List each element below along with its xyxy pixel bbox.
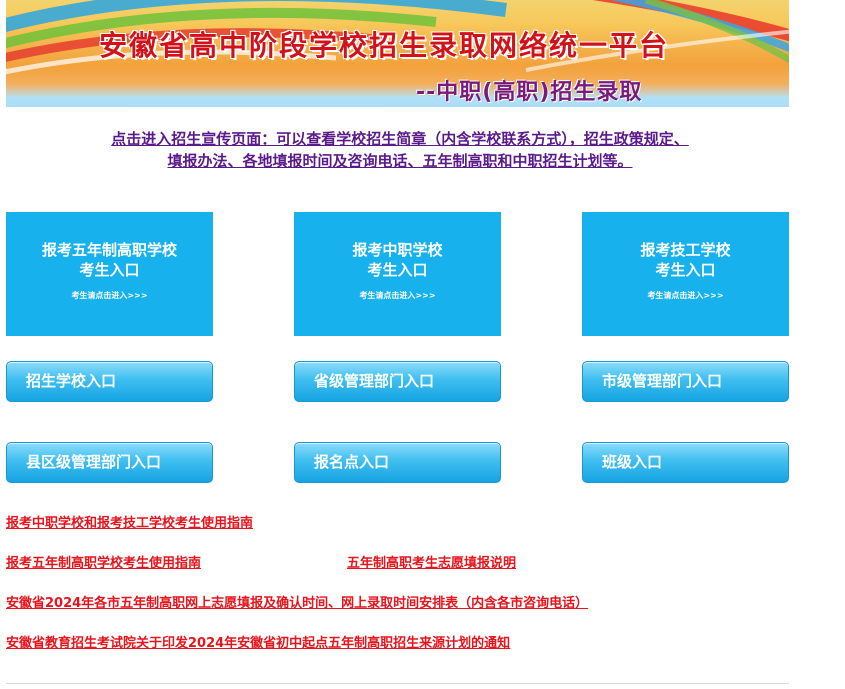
entry-subtitle: 考生入口 — [367, 261, 428, 279]
guide-secondary-technical-link[interactable]: 报考中职学校和报考技工学校考生使用指南 — [6, 512, 253, 531]
entry-hint: 考生请点击进入>>> — [647, 291, 724, 300]
recruiting-school-entry-button[interactable]: 招生学校入口 — [6, 361, 213, 402]
five-year-application-instructions-link[interactable]: 五年制高职考生志愿填报说明 — [347, 552, 516, 571]
schedule-2024-link[interactable]: 安徽省2024年各市五年制高职网上志愿填报及确认时间、网上录取时间安排表（内含各… — [6, 592, 588, 611]
entry-title: 报考五年制高职学校 — [41, 241, 177, 259]
entry-five-year-vocational[interactable]: 报考五年制高职学校 考生入口 考生请点击进入>>> — [6, 212, 213, 336]
city-admin-entry-button[interactable]: 市级管理部门入口 — [582, 361, 789, 402]
provincial-admin-entry-button[interactable]: 省级管理部门入口 — [294, 361, 501, 402]
promo-link-line1: 点击进入招生宣传页面：可以查看学校招生简章（内含学校联系方式），招生政策规定、 — [111, 130, 689, 148]
entry-title: 报考技工学校 — [640, 241, 731, 259]
page: 安徽省高中阶段学校招生录取网络统一平台 --中职(高职)招生录取 点击进入招生宣… — [0, 0, 845, 689]
header-banner: 安徽省高中阶段学校招生录取网络统一平台 --中职(高职)招生录取 — [6, 0, 789, 107]
banner-title: 安徽省高中阶段学校招生录取网络统一平台 — [99, 29, 670, 62]
footer-divider — [6, 683, 789, 684]
banner-subtitle: --中职(高职)招生录取 — [416, 80, 643, 105]
entry-technical-school[interactable]: 报考技工学校 考生入口 考生请点击进入>>> — [582, 212, 789, 336]
registration-point-entry-button[interactable]: 报名点入口 — [294, 442, 501, 483]
promo-link-line2: 填报办法、各地填报时间及咨询电话、五年制高职和中职招生计划等。 — [167, 152, 633, 170]
class-entry-button[interactable]: 班级入口 — [582, 442, 789, 483]
county-admin-entry-button[interactable]: 县区级管理部门入口 — [6, 442, 213, 483]
promo-link[interactable]: 点击进入招生宣传页面：可以查看学校招生简章（内含学校联系方式），招生政策规定、 … — [60, 128, 740, 172]
entry-title: 报考中职学校 — [352, 241, 443, 259]
entry-subtitle: 考生入口 — [655, 261, 716, 279]
entry-hint: 考生请点击进入>>> — [359, 291, 436, 300]
guide-five-year-link[interactable]: 报考五年制高职学校考生使用指南 — [6, 552, 201, 571]
entry-subtitle: 考生入口 — [79, 261, 140, 279]
entry-hint: 考生请点击进入>>> — [71, 291, 148, 300]
entry-secondary-vocational[interactable]: 报考中职学校 考生入口 考生请点击进入>>> — [294, 212, 501, 336]
enrollment-plan-notice-link[interactable]: 安徽省教育招生考试院关于印发2024年安徽省初中起点五年制高职招生来源计划的通知 — [6, 632, 510, 651]
